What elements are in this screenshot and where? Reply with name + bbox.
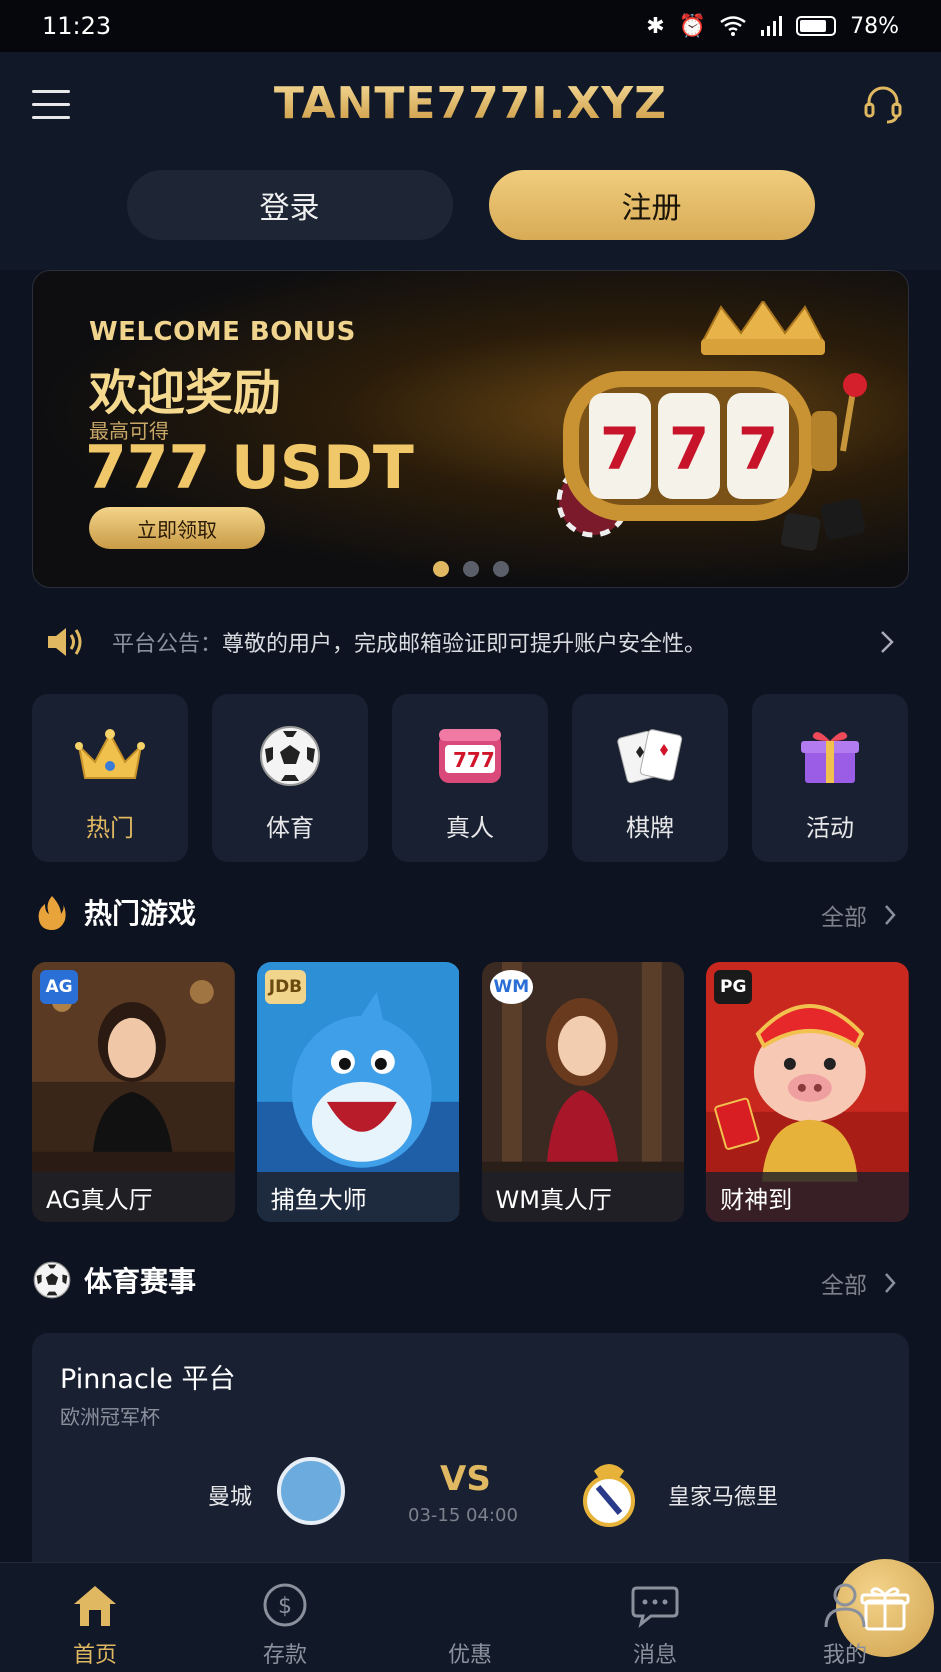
slot-reel-1: 7 xyxy=(600,415,640,483)
headset-support-icon[interactable] xyxy=(861,82,905,126)
signal-icon xyxy=(761,16,783,36)
provider-badge: WM xyxy=(489,970,534,1004)
announcement-label: 平台公告： xyxy=(112,632,223,657)
category-cards[interactable]: 棋牌 xyxy=(572,694,728,862)
category-live[interactable]: 777 真人 xyxy=(392,694,548,862)
vs-label: VS xyxy=(440,1459,491,1499)
speaker-icon xyxy=(48,628,82,656)
slot-machine-icon: 777 xyxy=(435,724,505,788)
banner-amount: 777 USDT xyxy=(85,433,414,503)
game-card-wm[interactable]: WM WM真人厅 xyxy=(481,962,685,1222)
nav-home[interactable]: 首页 xyxy=(40,1581,150,1669)
category-sports[interactable]: 体育 xyxy=(212,694,368,862)
game-card-caishen[interactable]: PG 财神到 xyxy=(706,962,909,1222)
provider-badge: PG xyxy=(714,970,753,1004)
category-label: 活动 xyxy=(806,814,854,842)
bluetooth-icon: ✱ xyxy=(646,13,665,39)
status-time: 11:23 xyxy=(42,12,112,40)
nav-label: 首页 xyxy=(72,1643,117,1668)
alarm-icon: ⏰ xyxy=(678,13,707,39)
banner-welcome-cn: 欢迎奖励 xyxy=(89,365,282,421)
provider-badge: AG xyxy=(40,970,78,1004)
nav-messages[interactable]: 消息 xyxy=(600,1581,710,1669)
home-team-crest-icon xyxy=(277,1457,345,1525)
bottom-navigation: 首页 $ 存款 优惠 消息 我的 xyxy=(0,1559,941,1672)
category-label: 热门 xyxy=(86,814,134,842)
dollar-icon: $ xyxy=(259,1581,311,1629)
category-grid: 热门 体育 777 真人 棋牌 活动 xyxy=(32,694,909,862)
chevron-right-icon xyxy=(885,905,896,925)
login-button[interactable]: 登录 xyxy=(126,170,453,240)
wifi-icon xyxy=(720,16,746,36)
crown-icon xyxy=(75,724,145,788)
match-league: 欧洲冠军杯 xyxy=(60,1405,160,1429)
home-icon xyxy=(69,1581,121,1629)
chevron-right-icon xyxy=(885,1273,896,1293)
game-card-fishing[interactable]: JDB 捕鱼大师 xyxy=(256,962,460,1222)
chevron-right-icon[interactable] xyxy=(877,630,897,654)
slot-reel-3: 7 xyxy=(738,415,778,483)
view-all-sports-link[interactable]: 全部 xyxy=(821,1266,897,1300)
view-all-label: 全部 xyxy=(821,1273,867,1299)
nav-label: 我的 xyxy=(822,1643,867,1668)
status-bar: 11:23 ✱ ⏰ 78% xyxy=(0,0,941,52)
soccer-ball-icon xyxy=(32,1260,72,1300)
nav-profile[interactable]: 我的 xyxy=(790,1581,900,1669)
provider-badge: JDB xyxy=(264,970,307,1004)
section-title: 体育赛事 xyxy=(84,1265,197,1298)
hot-games-header: 热门游戏 全部 xyxy=(32,890,909,934)
slot-reel-2: 7 xyxy=(669,415,709,483)
nav-label: 存款 xyxy=(262,1643,307,1668)
soccer-ball-icon xyxy=(255,724,325,788)
banner-dot-1[interactable] xyxy=(432,561,449,577)
promo-banner[interactable]: WELCOME BONUS 欢迎奖励 最高可得 777 USDT 立即领取 7 … xyxy=(32,270,909,588)
user-icon xyxy=(819,1581,871,1629)
sports-header: 体育赛事 全部 xyxy=(32,1258,909,1302)
nav-promotions[interactable]: 优惠 xyxy=(415,1559,934,1669)
game-title: 捕鱼大师 xyxy=(256,1172,460,1222)
category-hot[interactable]: 热门 xyxy=(32,694,188,862)
banner-pagination xyxy=(33,561,908,577)
battery-level: 78% xyxy=(850,13,899,39)
away-team-name: 皇家马德里 xyxy=(668,1485,779,1510)
banner-dot-2[interactable] xyxy=(462,561,479,577)
category-label: 体育 xyxy=(266,814,314,842)
banner-welcome-en: WELCOME BONUS xyxy=(89,317,356,347)
game-card-ag[interactable]: AG AG真人厅 xyxy=(32,962,235,1222)
nav-label: 消息 xyxy=(632,1643,677,1668)
game-title: AG真人厅 xyxy=(32,1172,235,1222)
svg-text:777: 777 xyxy=(453,748,495,772)
category-label: 真人 xyxy=(446,814,494,842)
section-title: 热门游戏 xyxy=(84,897,197,930)
away-team-crest-icon xyxy=(583,1464,635,1527)
category-events[interactable]: 活动 xyxy=(752,694,908,862)
home-team-name: 曼城 xyxy=(208,1485,253,1510)
nav-deposit[interactable]: $ 存款 xyxy=(230,1581,340,1669)
announcement-message: 尊敬的用户，完成邮箱验证即可提升账户安全性。 xyxy=(222,632,707,657)
banner-dot-3[interactable] xyxy=(492,561,509,577)
claim-bonus-button[interactable]: 立即领取 xyxy=(89,507,265,549)
slot-machine-illustration: 7 7 7 xyxy=(556,301,867,551)
view-all-label: 全部 xyxy=(821,905,867,931)
battery-icon xyxy=(796,16,837,36)
register-button[interactable]: 注册 xyxy=(488,170,815,240)
game-title: WM真人厅 xyxy=(481,1172,685,1222)
game-title: 财神到 xyxy=(706,1172,909,1222)
match-platform: Pinnacle 平台 xyxy=(60,1364,236,1395)
match-time: 03-15 04:00 xyxy=(408,1505,518,1526)
hot-games-list: AG AG真人厅 JDB 捕鱼大师 WM WM真人厅 PG 财神到 xyxy=(32,962,909,1222)
app-header: TANTE777I.XYZ 登录 注册 xyxy=(0,52,941,270)
chat-icon xyxy=(629,1581,681,1629)
status-icons: ✱ ⏰ 78% xyxy=(646,14,899,39)
category-label: 棋牌 xyxy=(626,814,674,842)
playing-cards-icon xyxy=(615,724,685,788)
view-all-games-link[interactable]: 全部 xyxy=(821,898,897,932)
nav-label: 优惠 xyxy=(447,1643,492,1668)
flame-icon xyxy=(32,892,72,932)
svg-text:$: $ xyxy=(278,1594,292,1619)
gift-icon xyxy=(795,724,865,788)
site-logo: TANTE777I.XYZ xyxy=(0,78,941,129)
announcement-bar[interactable]: 平台公告： 尊敬的用户，完成邮箱验证即可提升账户安全性。 xyxy=(32,612,909,672)
